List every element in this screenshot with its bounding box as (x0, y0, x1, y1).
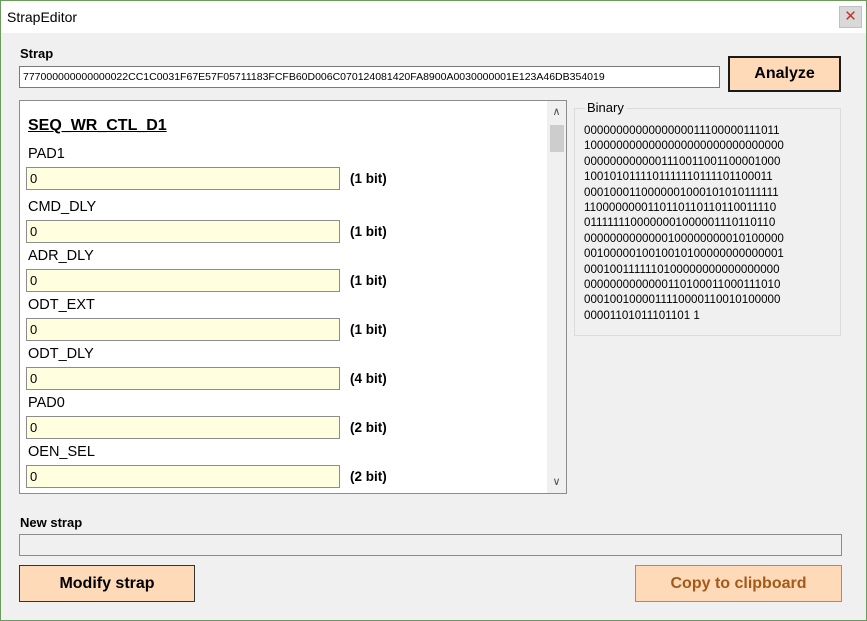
field-input[interactable]: 0 (26, 416, 340, 439)
new-strap-input[interactable] (19, 534, 842, 556)
title-bar: StrapEditor ✕ (1, 1, 866, 33)
copy-to-clipboard-button[interactable]: Copy to clipboard (635, 565, 842, 602)
binary-line: 0111111100000001000001110110110 (584, 216, 776, 230)
field-bits: (1 bit) (350, 171, 387, 186)
field-pad0: PAD0 0 (2 bit) (20, 395, 540, 444)
field-bits: (1 bit) (350, 224, 387, 239)
field-input[interactable]: 0 (26, 318, 340, 341)
binary-output: 0000000000000000011100000111011 10000000… (584, 123, 784, 323)
new-strap-label: New strap (20, 515, 83, 530)
binary-line: 0001000110000001000101010111111 (584, 185, 779, 199)
field-input[interactable]: 0 (26, 167, 340, 190)
field-input[interactable]: 0 (26, 269, 340, 292)
analyze-button[interactable]: Analyze (728, 56, 841, 92)
binary-line: 1001010111101111110111101100011 (584, 170, 773, 184)
field-oen-sel: OEN_SEL 0 (2 bit) (20, 444, 540, 493)
field-label: OEN_SEL (28, 444, 95, 460)
binary-label: Binary (585, 100, 626, 115)
field-odt-ext: ODT_EXT 0 (1 bit) (20, 297, 540, 346)
field-label: PAD1 (28, 146, 65, 162)
field-adr-dly: ADR_DLY 0 (1 bit) (20, 248, 540, 297)
binary-line: 0001001111110100000000000000000 (584, 262, 780, 276)
scroll-down-icon[interactable]: ∨ (547, 473, 566, 491)
binary-line: 1000000000000000000000000000000 (584, 139, 784, 153)
binary-group: Binary 0000000000000000011100000111011 1… (574, 100, 841, 336)
field-bits: (4 bit) (350, 371, 387, 386)
field-bits: (1 bit) (350, 322, 387, 337)
binary-line: 1100000000110110110110110011110 (584, 201, 777, 215)
section-title: SEQ_WR_CTL_D1 (28, 117, 167, 134)
strap-input[interactable]: 777000000000000022CC1C0031F67E57F0571118… (19, 66, 720, 88)
field-bits: (2 bit) (350, 420, 387, 435)
field-input[interactable]: 0 (26, 220, 340, 243)
vertical-scrollbar[interactable]: ∧ ∨ (547, 101, 566, 493)
field-label: ADR_DLY (28, 248, 94, 264)
close-button[interactable]: ✕ (839, 6, 862, 28)
scroll-thumb[interactable] (550, 125, 564, 152)
field-input[interactable]: 0 (26, 465, 340, 488)
modify-strap-button[interactable]: Modify strap (19, 565, 195, 602)
field-pad1: PAD1 0 (1 bit) (20, 146, 540, 195)
field-bits: (2 bit) (350, 469, 387, 484)
binary-line: 00001101011101101 1 (584, 308, 700, 322)
scroll-up-icon[interactable]: ∧ (547, 103, 566, 121)
field-label: ODT_DLY (28, 346, 94, 362)
field-label: ODT_EXT (28, 297, 95, 313)
close-icon: ✕ (844, 8, 857, 25)
strap-label: Strap (20, 46, 54, 61)
binary-line: 0010000010010010100000000000001 (584, 247, 784, 261)
binary-line: 0000000000000110100011000111010 (584, 278, 781, 292)
field-label: CMD_DLY (28, 199, 97, 215)
field-odt-dly: ODT_DLY 0 (4 bit) (20, 346, 540, 395)
binary-line: 0000000000000000011100000111011 (584, 124, 780, 137)
fields-panel[interactable]: SEQ_WR_CTL_D1 PAD1 0 (1 bit) CMD_DLY 0 (… (19, 100, 567, 494)
window-title: StrapEditor (7, 9, 78, 25)
field-cmd-dly: CMD_DLY 0 (1 bit) (20, 199, 540, 248)
field-input[interactable]: 0 (26, 367, 340, 390)
binary-line: 0000000000001110011001100001000 (584, 154, 781, 168)
field-bits: (1 bit) (350, 273, 387, 288)
binary-line: 0000000000000100000000010100000 (584, 231, 784, 245)
binary-line: 0001001000011110000110010100000 (584, 293, 781, 307)
field-label: PAD0 (28, 395, 65, 411)
